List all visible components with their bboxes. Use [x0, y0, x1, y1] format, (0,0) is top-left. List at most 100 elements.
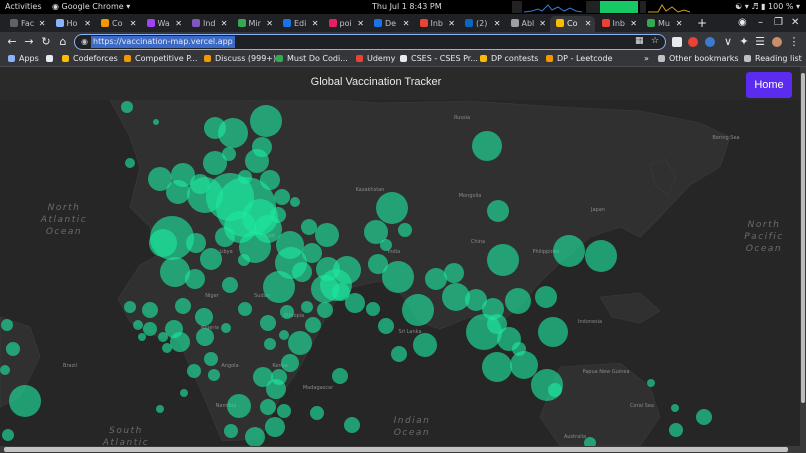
close-tab-icon[interactable]: ✕	[676, 16, 683, 32]
vaccination-bubble[interactable]	[221, 323, 231, 333]
vaccination-bubble[interactable]	[153, 119, 159, 125]
bookmark-item[interactable]: DP contests	[480, 52, 538, 66]
vaccination-bubble[interactable]	[180, 389, 188, 397]
extension-icon[interactable]	[672, 37, 682, 47]
vaccination-bubble[interactable]	[158, 332, 168, 342]
vaccination-bubble[interactable]	[487, 244, 519, 276]
vaccination-bubble[interactable]	[472, 131, 502, 161]
vaccination-bubble[interactable]	[260, 315, 276, 331]
vaccination-bubble[interactable]	[203, 151, 227, 175]
vaccination-bubble[interactable]	[512, 342, 526, 356]
bookmark-item[interactable]: Must Do Codi...	[276, 52, 348, 66]
reload-icon[interactable]: ↻	[38, 34, 54, 50]
vaccination-bubble[interactable]	[208, 369, 220, 381]
browser-tab[interactable]: Ho ✕	[50, 16, 95, 32]
close-tab-icon[interactable]: ✕	[357, 16, 364, 32]
scrollbar-thumb[interactable]	[4, 447, 788, 452]
bookmark-star-icon[interactable]: ☆	[651, 36, 659, 46]
vaccination-bubble[interactable]	[279, 330, 289, 340]
vaccination-bubble[interactable]	[487, 200, 509, 222]
bookmark-item[interactable]: Competitive P...	[124, 52, 197, 66]
bookmark-item[interactable]: Udemy	[356, 52, 395, 66]
close-tab-icon[interactable]: ✕	[630, 16, 637, 32]
bookmark-item[interactable]: DP - Leetcode	[546, 52, 613, 66]
vaccination-bubble[interactable]	[143, 322, 157, 336]
extension-v-icon[interactable]: ∨	[720, 34, 736, 50]
vaccination-bubble[interactable]	[238, 302, 252, 316]
back-arrow-icon[interactable]: ←	[4, 34, 20, 50]
close-tab-icon[interactable]: ✕	[448, 16, 455, 32]
vaccination-bubble[interactable]	[301, 219, 317, 235]
bookmark-item[interactable]: Apps	[8, 52, 39, 66]
vaccination-bubble[interactable]	[548, 383, 562, 397]
vaccination-bubble[interactable]	[332, 283, 350, 301]
vaccination-bubble[interactable]	[162, 343, 172, 353]
activities-button[interactable]: Activities	[5, 0, 42, 14]
vaccination-bubble[interactable]	[482, 352, 512, 382]
bookmark-item[interactable]: Discuss (999+)	[204, 52, 276, 66]
vaccination-bubble[interactable]	[288, 331, 312, 355]
vaccination-bubble[interactable]	[0, 365, 10, 375]
vaccination-bubble[interactable]	[186, 233, 206, 253]
vaccination-bubble[interactable]	[1, 319, 13, 331]
vaccination-bubble[interactable]	[344, 417, 360, 433]
vaccination-bubble[interactable]	[6, 342, 20, 356]
puzzle-extensions-icon[interactable]: ✦	[736, 34, 752, 50]
vaccination-bubble[interactable]	[380, 239, 392, 251]
horizontal-scrollbar[interactable]	[0, 446, 800, 453]
vaccination-bubble[interactable]	[125, 158, 135, 168]
vaccination-bubble[interactable]	[315, 223, 339, 247]
vaccination-bubble[interactable]	[305, 317, 321, 333]
profile-avatar[interactable]	[772, 37, 782, 47]
vaccination-bubble[interactable]	[187, 364, 201, 378]
world-map[interactable]: North Atlantic Ocean North Pacific Ocean India…	[0, 67, 800, 446]
extension-icon[interactable]	[688, 37, 698, 47]
vaccination-bubble[interactable]	[265, 417, 285, 437]
vaccination-bubble[interactable]	[553, 235, 585, 267]
minimize-icon[interactable]: –	[758, 14, 763, 32]
browser-tab[interactable]: Wa ✕	[141, 16, 186, 32]
vaccination-bubble[interactable]	[222, 277, 238, 293]
address-bar[interactable]: ◉ https://vaccination-map.vercel.app ▦ ☆	[74, 34, 666, 50]
vaccination-bubble[interactable]	[444, 263, 464, 283]
close-tab-icon[interactable]: ✕	[130, 16, 137, 32]
vaccination-bubble[interactable]	[647, 379, 655, 387]
browser-tab[interactable]: De ✕	[368, 16, 413, 32]
close-tab-icon[interactable]: ✕	[84, 16, 91, 32]
vaccination-bubble[interactable]	[510, 351, 538, 379]
vaccination-bubble[interactable]	[142, 302, 158, 318]
vaccination-bubble[interactable]	[195, 308, 213, 326]
browser-tab[interactable]: Mu ✕	[641, 16, 686, 32]
vaccination-bubble[interactable]	[185, 269, 205, 289]
browser-tab[interactable]: Abl ✕	[505, 16, 550, 32]
forward-arrow-icon[interactable]: →	[21, 34, 37, 50]
vaccination-bubble[interactable]	[170, 332, 190, 352]
vaccination-bubble[interactable]	[382, 261, 414, 293]
vaccination-bubble[interactable]	[281, 354, 299, 372]
vaccination-bubble[interactable]	[310, 406, 324, 420]
close-tab-icon[interactable]: ✕	[494, 16, 501, 32]
vaccination-bubble[interactable]	[200, 248, 222, 270]
vaccination-bubble[interactable]	[290, 197, 300, 207]
bookmarks-overflow-button[interactable]: »	[644, 52, 649, 66]
vaccination-bubble[interactable]	[260, 399, 276, 415]
vaccination-bubble[interactable]	[280, 305, 294, 319]
vaccination-bubble[interactable]	[196, 328, 214, 346]
home-button[interactable]: Home	[746, 72, 792, 98]
vaccination-bubble[interactable]	[263, 271, 295, 303]
vaccination-bubble[interactable]	[413, 333, 437, 357]
vaccination-bubble[interactable]	[204, 352, 218, 366]
vaccination-bubble[interactable]	[227, 394, 251, 418]
browser-tab[interactable]: Inb ✕	[596, 16, 641, 32]
close-tab-icon[interactable]: ✕	[221, 16, 228, 32]
close-tab-icon[interactable]: ✕	[403, 16, 410, 32]
close-tab-icon[interactable]: ✕	[266, 16, 273, 32]
chrome-menu-icon[interactable]: ⋮	[786, 34, 802, 50]
qr-code-icon[interactable]: ▦	[635, 36, 644, 46]
vaccination-bubble[interactable]	[138, 333, 146, 341]
browser-tab[interactable]: Inb ✕	[414, 16, 459, 32]
vaccination-bubble[interactable]	[2, 429, 14, 441]
vaccination-bubble[interactable]	[292, 262, 312, 282]
vaccination-bubble[interactable]	[266, 379, 286, 399]
vaccination-bubble[interactable]	[238, 254, 250, 266]
